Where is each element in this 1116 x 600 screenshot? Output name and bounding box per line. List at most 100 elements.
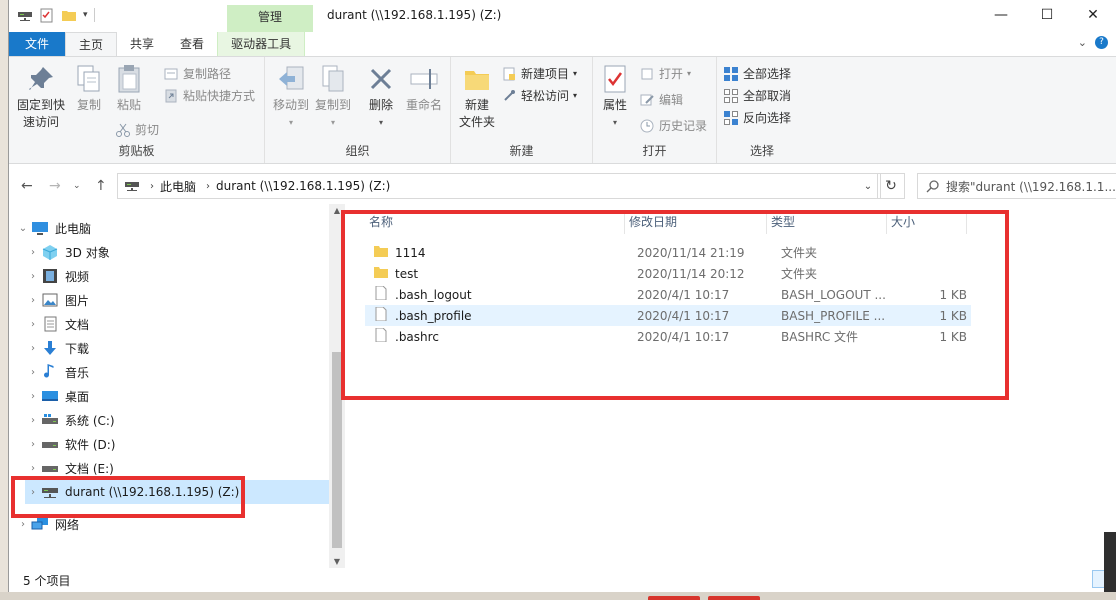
maximize-button[interactable]: ☐ — [1024, 0, 1070, 30]
nav-item-documents[interactable]: › 文档 — [25, 312, 345, 336]
collapse-ribbon-icon[interactable]: ⌄ — [1078, 36, 1087, 49]
copy-path-icon — [163, 66, 179, 82]
nav-item-3d-objects[interactable]: › 3D 对象 — [25, 240, 345, 264]
select-none-button[interactable]: 全部取消 — [723, 87, 791, 104]
paste-shortcut-button[interactable]: 粘贴快捷方式 — [163, 87, 255, 104]
easy-access-label: 轻松访问 — [521, 89, 570, 103]
nav-item-drive-c[interactable]: › 系统 (C:) — [25, 408, 345, 432]
move-to-icon — [275, 63, 307, 95]
address-bar[interactable]: › 此电脑 › durant (\\192.168.1.195) (Z:) ⌄ — [117, 173, 881, 199]
open-button[interactable]: 打开 ▾ — [639, 65, 691, 82]
tab-file[interactable]: 文件 — [9, 32, 66, 56]
clipboard-group: 固定到快 速访问 复制 粘贴 复制路径 粘贴快捷方式 剪切 剪贴板 — [9, 57, 265, 163]
delete-label: 删除 — [368, 98, 393, 112]
copy-to-button[interactable]: 复制到 ▾ — [313, 63, 353, 131]
quick-access-dropdown-icon[interactable]: ▾ — [83, 10, 88, 20]
forward-arrow-icon[interactable]: → — [49, 178, 61, 194]
breadcrumb-separator-icon[interactable]: › — [206, 181, 210, 192]
open-group: 属性 ▾ 打开 ▾ 编辑 历史记录 打开 — [593, 57, 717, 163]
paste-button[interactable]: 粘贴 — [111, 63, 147, 114]
copy-path-button[interactable]: 复制路径 — [163, 65, 231, 82]
collapsed-chevron-icon[interactable]: › — [25, 463, 41, 474]
delete-button[interactable]: 删除 ▾ — [365, 63, 397, 131]
address-drive-icon — [124, 177, 140, 196]
breadcrumb-current-drive[interactable]: durant (\\192.168.1.195) (Z:) — [216, 179, 390, 193]
network-icon — [31, 516, 49, 532]
select-all-button[interactable]: 全部选择 — [723, 65, 791, 82]
new-group-label: 新建 — [509, 144, 534, 158]
move-to-dropdown-icon: ▾ — [288, 118, 293, 127]
nav-item-music[interactable]: › 音乐 — [25, 360, 345, 384]
nav-item-downloads[interactable]: › 下载 — [25, 336, 345, 360]
annotation-box-network-drive — [11, 476, 245, 518]
nav-item-label: 桌面 — [65, 389, 90, 404]
scissors-icon — [115, 122, 131, 138]
scroll-down-icon[interactable]: ▼ — [329, 557, 345, 566]
search-input[interactable]: 搜索"durant (\\192.168.1.1... — [917, 173, 1116, 199]
collapsed-chevron-icon[interactable]: › — [25, 367, 41, 378]
new-folder-icon — [461, 63, 493, 95]
breadcrumb-this-pc[interactable]: 此电脑 — [160, 178, 196, 195]
refresh-icon[interactable]: ↻ — [877, 173, 905, 199]
organize-group: 移动到 ▾ 复制到 ▾ 删除 ▾ 重命名 组织 — [265, 57, 451, 163]
new-folder-quick-icon[interactable] — [61, 7, 77, 23]
history-icon — [639, 118, 655, 134]
rename-button[interactable]: 重命名 — [403, 63, 445, 114]
collapsed-chevron-icon[interactable]: › — [25, 439, 41, 450]
copy-icon — [73, 63, 105, 95]
copy-button[interactable]: 复制 — [71, 63, 107, 114]
select-all-label: 全部选择 — [743, 67, 792, 81]
ribbon-right-controls: ⌄ ? — [1078, 36, 1108, 49]
drive-icon — [41, 436, 59, 452]
collapsed-chevron-icon[interactable]: › — [25, 415, 41, 426]
desktop-background-left — [0, 0, 8, 600]
collapsed-chevron-icon[interactable]: › — [15, 519, 31, 530]
help-icon[interactable]: ? — [1095, 36, 1108, 49]
collapsed-chevron-icon[interactable]: › — [25, 295, 41, 306]
collapsed-chevron-icon[interactable]: › — [25, 391, 41, 402]
close-button[interactable]: ✕ — [1070, 0, 1116, 30]
invert-selection-button[interactable]: 反向选择 — [723, 109, 791, 126]
delete-dropdown-icon: ▾ — [378, 118, 383, 127]
up-arrow-icon[interactable]: ↑ — [95, 178, 107, 194]
collapsed-chevron-icon[interactable]: › — [25, 271, 41, 282]
nav-item-this-pc[interactable]: ⌄ 此电脑 — [15, 216, 335, 240]
easy-access-button[interactable]: 轻松访问 ▾ — [501, 87, 577, 104]
open-icon — [639, 66, 655, 82]
collapsed-chevron-icon[interactable]: › — [25, 247, 41, 258]
nav-item-videos[interactable]: › 视频 — [25, 264, 345, 288]
nav-item-label: 文档 — [65, 317, 90, 332]
back-arrow-icon[interactable]: ← — [21, 178, 33, 194]
nav-item-label: 下载 — [65, 341, 90, 356]
new-item-button[interactable]: 新建项目 ▾ — [501, 65, 577, 82]
invert-selection-icon — [723, 110, 739, 126]
nav-item-desktop[interactable]: › 桌面 — [25, 384, 345, 408]
new-folder-button[interactable]: 新建 文件夹 — [455, 63, 499, 131]
properties-button[interactable]: 属性 ▾ — [599, 63, 631, 131]
collapsed-chevron-icon[interactable]: › — [25, 343, 41, 354]
window-controls: — ☐ ✕ — [978, 0, 1116, 30]
breadcrumb-separator-icon[interactable]: › — [150, 181, 154, 192]
copy-to-icon — [317, 63, 349, 95]
minimize-button[interactable]: — — [978, 0, 1024, 30]
cut-button[interactable]: 剪切 — [115, 121, 159, 138]
pin-quick-access-button[interactable]: 固定到快 速访问 — [13, 63, 69, 131]
move-to-button[interactable]: 移动到 ▾ — [271, 63, 311, 131]
nav-item-drive-d[interactable]: › 软件 (D:) — [25, 432, 345, 456]
document-icon — [41, 316, 59, 332]
tab-share[interactable]: 共享 — [117, 32, 167, 56]
tab-drive-tools[interactable]: 驱动器工具 — [217, 32, 306, 56]
expanded-chevron-icon[interactable]: ⌄ — [15, 223, 31, 234]
properties-quick-icon[interactable] — [39, 7, 55, 23]
recent-locations-chevron-icon[interactable]: ⌄ — [73, 181, 81, 191]
history-button[interactable]: 历史记录 — [639, 117, 707, 134]
nav-item-pictures[interactable]: › 图片 — [25, 288, 345, 312]
collapsed-chevron-icon[interactable]: › — [25, 319, 41, 330]
tab-home[interactable]: 主页 — [65, 32, 118, 56]
edit-button[interactable]: 编辑 — [639, 91, 683, 108]
new-item-label: 新建项目 — [521, 67, 570, 81]
manage-context-tab[interactable]: 管理 — [227, 5, 313, 32]
desktop-background-bottom — [0, 592, 1116, 600]
drive-icon — [41, 460, 59, 476]
tab-view[interactable]: 查看 — [167, 32, 217, 56]
